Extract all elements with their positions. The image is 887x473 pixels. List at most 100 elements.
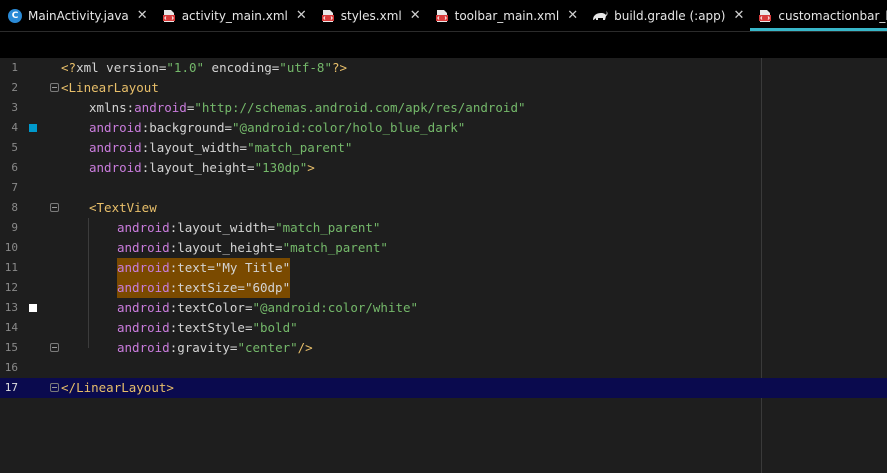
token: :layout_height <box>141 160 248 175</box>
code-line[interactable]: 7 <box>0 178 887 198</box>
token: = <box>224 120 233 135</box>
code-line[interactable]: 1 <?xml version="1.0" encoding="utf-8"?> <box>0 58 887 78</box>
code-line[interactable]: 15 android:gravity="center"/> <box>0 338 887 358</box>
token: </ <box>61 380 77 395</box>
close-icon[interactable]: ✕ <box>296 9 307 22</box>
close-icon[interactable]: ✕ <box>567 9 578 22</box>
line-number: 13 <box>4 301 18 314</box>
token: :background <box>141 120 225 135</box>
close-icon[interactable]: ✕ <box>137 9 148 22</box>
token: android <box>89 160 142 175</box>
tab-main-activity-java[interactable]: C MainActivity.java ✕ <box>0 0 154 31</box>
code-line[interactable]: 12 android:textSize="60dp" <box>0 278 887 298</box>
token: :layout_width <box>141 140 240 155</box>
line-number: 12 <box>4 281 18 294</box>
fold-toggle-icon[interactable] <box>50 83 59 92</box>
code-line[interactable]: 14 android:textStyle="bold" <box>0 318 887 338</box>
code-text: android:gravity="center"/> <box>117 338 313 358</box>
fold-toggle-icon[interactable] <box>50 383 59 392</box>
fold-toggle-icon[interactable] <box>50 343 59 352</box>
code-line[interactable]: 3 xmlns:android="http://schemas.android.… <box>0 98 887 118</box>
line-number: 5 <box>11 141 18 154</box>
token: xmlns: <box>89 100 135 115</box>
tab-styles-xml[interactable]: styles.xml ✕ <box>313 0 427 31</box>
token: :textSize <box>169 280 238 295</box>
token: "match_parent" <box>247 140 353 155</box>
code-line[interactable]: 13 android:textColor="@android:color/whi… <box>0 298 887 318</box>
line-number: 6 <box>11 161 18 174</box>
tab-label: activity_main.xml <box>181 8 288 23</box>
token: "match_parent" <box>282 240 388 255</box>
code-editor[interactable]: 1 <?xml version="1.0" encoding="utf-8"?>… <box>0 58 887 473</box>
code-text: <LinearLayout <box>61 78 159 98</box>
token: LinearLayout <box>68 80 159 95</box>
token: "center" <box>237 340 298 355</box>
line-number: 11 <box>4 261 18 274</box>
code-text: <?xml version="1.0" encoding="utf-8"?> <box>61 58 347 78</box>
code-line[interactable]: 4 android:background="@android:color/hol… <box>0 118 887 138</box>
token: android <box>117 240 170 255</box>
color-swatch-icon[interactable] <box>29 124 37 132</box>
code-line[interactable]: 10 android:layout_height="match_parent" <box>0 238 887 258</box>
xml-file-icon <box>435 9 448 22</box>
token: "1.0" <box>166 60 205 75</box>
token: "http://schemas.android.com/apk/res/andr… <box>194 100 526 115</box>
token: encoding <box>204 60 272 75</box>
tab-label: MainActivity.java <box>28 8 129 23</box>
token: > <box>166 380 174 395</box>
code-text: xmlns:android="http://schemas.android.co… <box>89 98 526 118</box>
line-number: 1 <box>11 61 18 74</box>
color-swatch-icon[interactable] <box>29 304 37 312</box>
code-line[interactable]: 5 android:layout_width="match_parent" <box>0 138 887 158</box>
editor-toolstrip <box>0 32 887 58</box>
code-text: <TextView <box>89 198 157 218</box>
tab-toolbar-main-xml[interactable]: toolbar_main.xml ✕ <box>427 0 584 31</box>
token: <? <box>61 60 77 75</box>
close-icon[interactable]: ✕ <box>410 9 421 22</box>
token: android <box>117 220 170 235</box>
line-number: 4 <box>11 121 18 134</box>
code-line-current[interactable]: 17 </LinearLayout> <box>0 378 887 398</box>
xml-file-icon <box>162 9 175 22</box>
tab-customactionbar-header-xml[interactable]: customactionbar_header.xml ✕ <box>750 0 887 31</box>
code-text-highlighted: android:text="My Title" <box>117 258 291 278</box>
token: android <box>117 320 170 335</box>
code-line[interactable]: 16 <box>0 358 887 378</box>
gradle-icon <box>593 10 608 20</box>
token: ?> <box>331 60 348 75</box>
token: android <box>89 140 142 155</box>
tab-activity-main-xml[interactable]: activity_main.xml ✕ <box>154 0 313 31</box>
code-text: android:textColor="@android:color/white" <box>117 298 418 318</box>
code-text: android:layout_height="130dp"> <box>89 158 315 178</box>
line-number: 9 <box>11 221 18 234</box>
tab-build-gradle[interactable]: build.gradle (:app) ✕ <box>584 0 750 31</box>
token: android <box>117 340 170 355</box>
token: < <box>61 80 69 95</box>
token: = <box>237 280 245 295</box>
code-line[interactable]: 8 <TextView <box>0 198 887 218</box>
editor-tab-bar: C MainActivity.java ✕ activity_main.xml … <box>0 0 887 32</box>
code-line[interactable]: 2 <LinearLayout <box>0 78 887 98</box>
fold-toggle-icon[interactable] <box>50 203 59 212</box>
token: LinearLayout <box>76 380 167 395</box>
line-number: 16 <box>4 361 18 374</box>
code-line[interactable]: 6 android:layout_height="130dp"> <box>0 158 887 178</box>
token: = <box>247 160 255 175</box>
token: :textColor <box>169 300 245 315</box>
token: :gravity <box>169 340 230 355</box>
code-line[interactable]: 11 android:text="My Title" <box>0 258 887 278</box>
line-number: 8 <box>11 201 18 214</box>
token: < <box>89 200 97 215</box>
close-icon[interactable]: ✕ <box>733 9 744 22</box>
token: > <box>307 160 315 175</box>
token: "60dp" <box>244 280 291 295</box>
line-number: 10 <box>4 241 18 254</box>
token: :layout_height <box>169 240 276 255</box>
token: TextView <box>96 200 157 215</box>
line-number: 14 <box>4 321 18 334</box>
token: android <box>117 280 170 295</box>
token: android <box>117 260 170 275</box>
token: :layout_width <box>169 220 268 235</box>
code-line[interactable]: 9 android:layout_width="match_parent" <box>0 218 887 238</box>
token: xml version <box>76 60 159 75</box>
